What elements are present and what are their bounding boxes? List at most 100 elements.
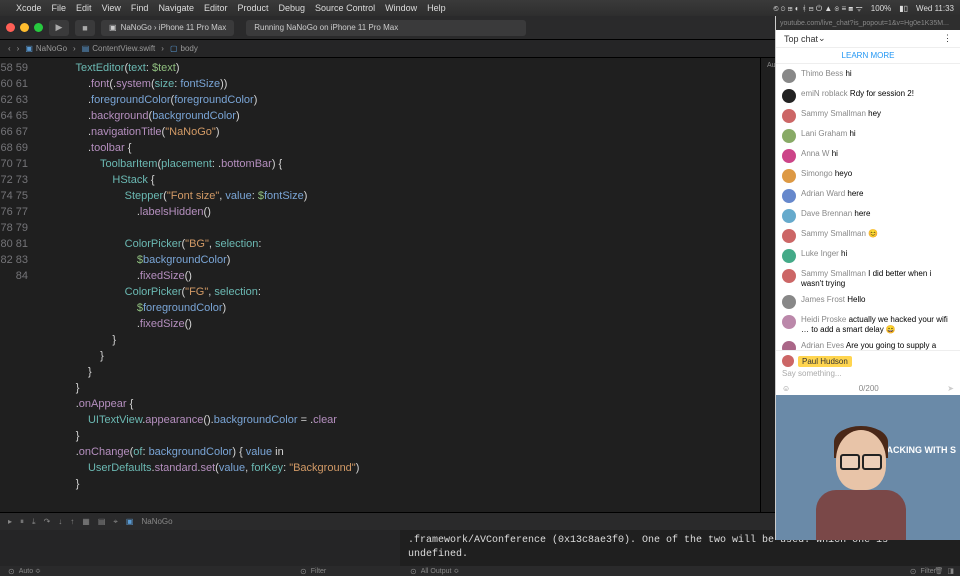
debug-disclosure-icon[interactable]: ▸ <box>8 517 12 526</box>
chat-message: James Frost Hello <box>782 292 954 312</box>
chat-text: Hello <box>847 295 865 304</box>
chat-author: Sammy Smallman <box>801 109 866 118</box>
code-editor[interactable]: 58 59 60 61 62 63 64 65 66 67 68 69 70 7… <box>0 58 760 512</box>
chat-author: Heidi Proske <box>801 315 846 324</box>
clear-console-icon[interactable]: 🗑 <box>934 567 943 575</box>
status-icons: ⎋ ⊙ ⊞ ◐ ᚼ ⊟ ⏻ ▲ ◉ ≡ ▦ ᯤ <box>774 3 863 14</box>
close-window-button[interactable] <box>6 23 15 32</box>
avatar <box>782 129 796 143</box>
scheme-selector[interactable]: ▣ NaNoGo › iPhone 11 Pro Max <box>101 20 234 36</box>
chat-text: heyo <box>835 169 852 178</box>
chat-message: emiN roblack Rdy for session 2! <box>782 86 954 106</box>
chat-author: emiN roblack <box>801 89 848 98</box>
chat-author: Lani Graham <box>801 129 847 138</box>
crumb-project[interactable]: NaNoGo <box>36 44 67 53</box>
crumb-symbol[interactable]: body <box>181 44 198 53</box>
chat-author: Adrian Eves <box>801 341 844 350</box>
chat-input-area: Paul Hudson Say something... <box>776 350 960 382</box>
debug-step-over-icon[interactable]: ↷ <box>44 517 51 526</box>
minimize-window-button[interactable] <box>20 23 29 32</box>
console-bottom-bar: Auto ≎ Filter All Output ≎ Filter 🗑 ◨ <box>0 566 960 576</box>
menu-scm[interactable]: Source Control <box>315 3 375 13</box>
debug-step-out-icon[interactable]: ↑ <box>70 517 74 526</box>
auto-selector[interactable]: Auto ≎ <box>19 567 41 575</box>
output-selector[interactable]: All Output ≎ <box>421 567 460 575</box>
debug-step-icon[interactable]: ⤓ <box>32 517 36 527</box>
battery-icon: ▮▯ <box>899 4 908 13</box>
menu-file[interactable]: File <box>52 3 67 13</box>
chat-author: Luke Inger <box>801 249 839 258</box>
chat-message: Lani Graham hi <box>782 126 954 146</box>
avatar <box>782 189 796 203</box>
line-gutter: 58 59 60 61 62 63 64 65 66 67 68 69 70 7… <box>0 60 36 512</box>
swift-file-icon: ▤ <box>82 44 90 53</box>
menu-xcode[interactable]: Xcode <box>16 3 42 13</box>
chat-author: James Frost <box>801 295 845 304</box>
avatar <box>782 295 796 309</box>
chat-text: 😊 <box>868 229 878 238</box>
debug-target[interactable]: NaNoGo <box>141 517 172 526</box>
debug-step-in-icon[interactable]: ↓ <box>58 517 62 526</box>
browser-url[interactable]: youtube.com/live_chat?is_popout=1&v=Hg0e… <box>776 16 960 30</box>
clock: Wed 11:33 <box>916 4 954 13</box>
run-button[interactable]: ▶ <box>49 20 69 36</box>
chat-message: Adrian Ward here <box>782 186 954 206</box>
view-debug-icon[interactable]: ▦ <box>82 517 90 526</box>
chat-menu-icon[interactable]: ⋮ <box>943 33 952 44</box>
avatar <box>782 109 796 123</box>
chat-message: Anna W hi <box>782 146 954 166</box>
webcam-feed: HACKING WITH S <box>776 395 960 540</box>
debug-pause-icon[interactable]: ⏸ <box>20 517 24 527</box>
crumb-file[interactable]: ContentView.swift <box>92 44 155 53</box>
chat-text: hey <box>868 109 881 118</box>
nav-back-icon[interactable]: ‹ <box>8 44 11 53</box>
memory-icon[interactable]: ▤ <box>98 517 106 526</box>
send-icon[interactable]: ➤ <box>947 384 954 393</box>
avatar <box>782 209 796 223</box>
self-avatar <box>782 355 794 367</box>
variables-view[interactable] <box>0 530 400 566</box>
nav-fwd-icon[interactable]: › <box>17 44 20 53</box>
menu-navigate[interactable]: Navigate <box>158 3 194 13</box>
menu-edit[interactable]: Edit <box>76 3 92 13</box>
chevron-down-icon[interactable]: ⌄ <box>818 33 826 44</box>
chat-message: Dave Brennan here <box>782 206 954 226</box>
activity-status: Running NaNoGo on iPhone 11 Pro Max <box>246 20 526 36</box>
chat-message: Sammy Smallman hey <box>782 106 954 126</box>
emoji-picker-icon[interactable]: ☺ <box>782 384 790 393</box>
chat-text: hi <box>845 69 851 78</box>
menu-window[interactable]: Window <box>385 3 417 13</box>
chat-text: hi <box>832 149 838 158</box>
chat-messages[interactable]: Thimo Bess hi emiN roblack Rdy for sessi… <box>776 64 960 350</box>
menu-find[interactable]: Find <box>131 3 149 13</box>
chat-author: Thimo Bess <box>801 69 843 78</box>
macos-menubar: Xcode File Edit View Find Navigate Edito… <box>0 0 960 16</box>
chat-input[interactable]: Say something... <box>782 369 954 378</box>
chat-message: Adrian Eves Are you going to supply a sa… <box>782 338 954 350</box>
chat-header: Top chat ⌄ ⋮ <box>776 30 960 48</box>
chat-mode-selector[interactable]: Top chat <box>784 34 818 44</box>
code-content[interactable]: TextEditor(text: $text) .font(.system(si… <box>36 60 760 512</box>
menu-debug[interactable]: Debug <box>279 3 306 13</box>
menu-help[interactable]: Help <box>427 3 446 13</box>
chat-text: hi <box>849 129 855 138</box>
window-controls <box>6 23 43 32</box>
avatar <box>782 341 796 350</box>
variables-filter[interactable]: Filter <box>311 568 327 575</box>
zoom-window-button[interactable] <box>34 23 43 32</box>
chat-message: Heidi Proske actually we hacked your wif… <box>782 312 954 338</box>
menu-product[interactable]: Product <box>237 3 268 13</box>
learn-more-link[interactable]: LEARN MORE <box>776 48 960 64</box>
chat-message: Simongo heyo <box>782 166 954 186</box>
menu-editor[interactable]: Editor <box>204 3 228 13</box>
chat-author: Sammy Smallman <box>801 229 866 238</box>
chat-message: Sammy Smallman 😊 <box>782 226 954 246</box>
self-name-badge: Paul Hudson <box>798 356 852 367</box>
menubar-right: ⎋ ⊙ ⊞ ◐ ᚼ ⊟ ⏻ ▲ ◉ ≡ ▦ ᯤ 100% ▮▯ Wed 11:3… <box>774 3 954 14</box>
chat-author: Dave Brennan <box>801 209 852 218</box>
menu-view[interactable]: View <box>102 3 121 13</box>
stop-button[interactable]: ■ <box>75 20 95 36</box>
presenter <box>806 420 916 540</box>
console-split-icon[interactable]: ◨ <box>947 567 954 575</box>
loc-icon[interactable]: ⌖ <box>113 517 118 527</box>
